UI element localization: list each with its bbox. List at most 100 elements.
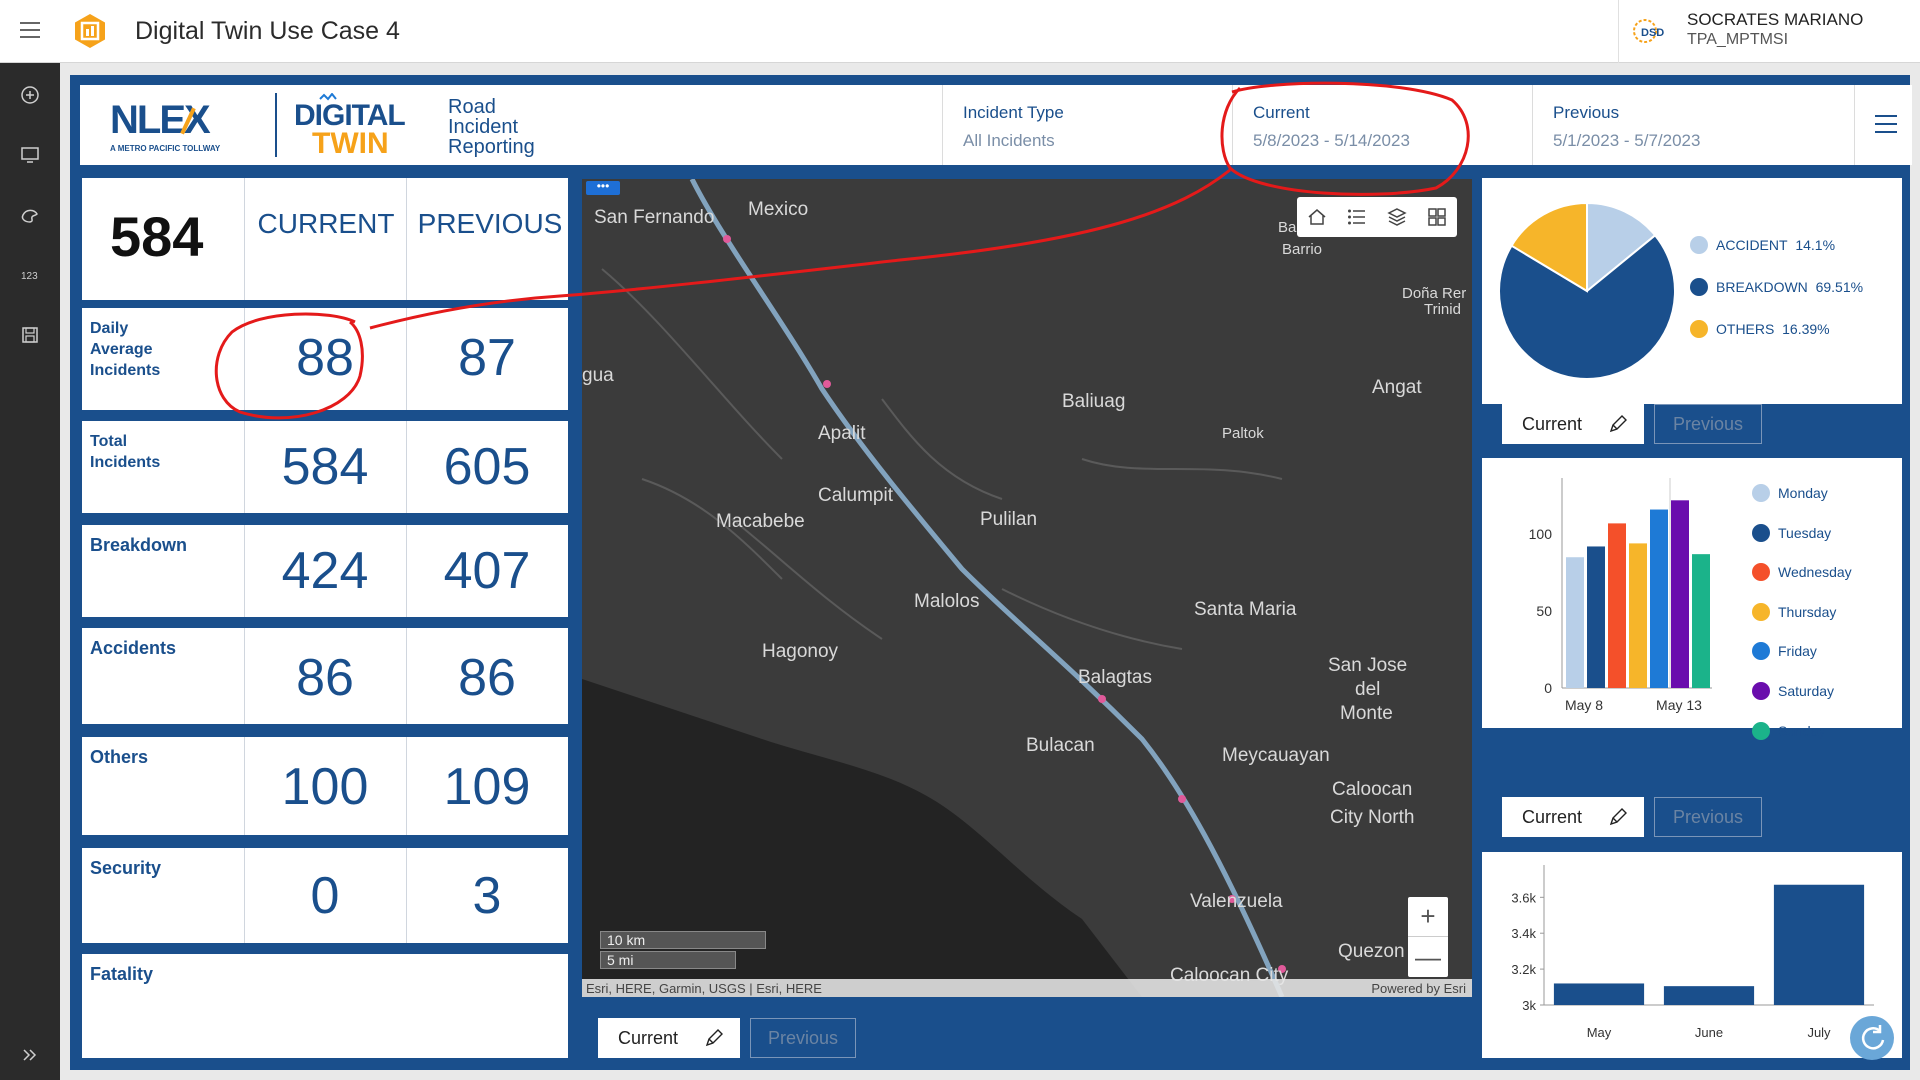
logo-subtitle-line-1: Road: [448, 96, 496, 118]
user-avatar-icon: DSD: [1633, 19, 1664, 43]
day-legend-monday: Monday: [1752, 484, 1828, 502]
map-tab-current[interactable]: Current: [598, 1018, 740, 1058]
zoom-in-button[interactable]: +: [1408, 897, 1448, 937]
map-attribution-text: Esri, HERE, Garmin, USGS | Esri, HERE: [586, 981, 822, 996]
month-bar-chart-panel: 3k 3.2k 3.4k 3.6k May June July: [1482, 852, 1902, 1058]
user-name: SOCRATES MARIANO: [1687, 10, 1864, 29]
others-previous: 109: [443, 758, 531, 816]
pie-tab-previous[interactable]: Previous: [1654, 404, 1762, 444]
digital-twin-logo: DIGITAL TWIN: [294, 93, 406, 157]
top-bar: Digital Twin Use Case 4 DSD SOCRATES MAR…: [0, 0, 1920, 63]
incident-type-value: All Incidents: [963, 131, 1055, 150]
map-tab-current-label: Current: [618, 1027, 679, 1048]
day-bar-friday: [1650, 509, 1668, 688]
logo-subtitle-line-3: Reporting: [448, 136, 535, 158]
day-y-tick: 50: [1536, 603, 1552, 619]
map-label: San Fernando: [594, 207, 715, 228]
plus-circle-icon: [21, 86, 39, 104]
map-label: Monte: [1340, 703, 1393, 724]
column-previous-header: PREVIOUS: [417, 208, 563, 239]
map-label: Calumpit: [818, 485, 893, 506]
day-bar-chart-panel: 0 50 100 May 8 May 13 Monday Tuesday Wednesd…: [1482, 458, 1902, 740]
map-label: Macabebe: [716, 511, 805, 532]
row-fatality: Fatality: [82, 954, 568, 1058]
pencil-icon: [1609, 415, 1627, 433]
day-legend-thursday: Thursday: [1752, 603, 1836, 621]
layers-icon[interactable]: [1386, 206, 1408, 228]
user-badge: DSD: [1641, 27, 1664, 39]
map-label: del: [1355, 679, 1381, 700]
row-security-label: Security: [90, 858, 162, 878]
rail-numbers-button[interactable]: 123: [0, 253, 60, 297]
map-label: Balagtas: [1078, 667, 1152, 688]
accidents-previous: 86: [458, 649, 516, 707]
map-view[interactable]: ••• San Fernando Mexico gua Apalit Baliu…: [582, 179, 1472, 997]
rail-display-button[interactable]: [0, 133, 60, 177]
day-x-tick-1: May 13: [1656, 697, 1702, 713]
nlex-logo-tag: A METRO PACIFIC TOLLWAY: [110, 144, 221, 153]
map-scale-bar: 10 km 5 mi: [600, 931, 766, 969]
map-label: Hagonoy: [762, 641, 839, 662]
month-x-tick: July: [1807, 1025, 1831, 1040]
home-icon[interactable]: [1306, 206, 1328, 228]
map-label: Doña Rer: [1402, 285, 1467, 302]
powered-by-text: Powered by Esri: [1371, 981, 1466, 996]
pie-chart-panel: ACCIDENT 14.1% BREAKDOWN 69.51% OTHERS 1…: [1482, 178, 1902, 404]
previous-date-selector[interactable]: Previous 5/1/2023 - 5/7/2023: [1532, 85, 1854, 165]
pie-tab-current[interactable]: Current: [1502, 404, 1644, 444]
day-bar-monday: [1566, 557, 1584, 688]
row-daily-average: Daily Average Incidents 88 87: [82, 308, 568, 410]
map-label: Barrio: [1282, 241, 1323, 258]
map-label: gua: [582, 365, 614, 386]
day-y-tick: 0: [1544, 680, 1552, 696]
current-date-selector[interactable]: Current 5/8/2023 - 5/14/2023: [1232, 85, 1522, 165]
current-date-label: Current: [1253, 103, 1310, 122]
refresh-button[interactable]: [1850, 1016, 1894, 1060]
breakdown-current: 424: [281, 542, 369, 600]
app-logo-icon: [75, 14, 105, 48]
rail-save-button[interactable]: [0, 313, 60, 357]
map-attribution: Esri, HERE, Garmin, USGS | Esri, HERE Po…: [582, 979, 1472, 997]
pie-tab-current-label: Current: [1522, 413, 1583, 434]
header-menu-icon[interactable]: [1854, 85, 1912, 165]
row-total-incidents: Total Incidents 584 605: [82, 421, 568, 513]
user-menu[interactable]: DSD SOCRATES MARIANO TPA_MPTMSI: [1618, 0, 1920, 63]
month-bar-june: [1663, 986, 1755, 1005]
zoom-out-button[interactable]: —: [1408, 937, 1448, 977]
rail-theme-button[interactable]: [0, 193, 60, 237]
basemap-gallery-icon[interactable]: [1426, 206, 1448, 228]
row-fatality-label: Fatality: [90, 964, 154, 984]
row-others-label: Others: [90, 747, 149, 767]
map-label: Paltok: [1222, 425, 1264, 442]
day-bar-wednesday: [1608, 523, 1626, 688]
scale-mi: 5 mi: [600, 951, 736, 969]
map-label: Malolos: [914, 591, 980, 612]
svg-text:123: 123: [21, 271, 38, 282]
security-current: 0: [310, 867, 340, 925]
row-others: Others 100 109: [82, 737, 568, 835]
month-x-tick: June: [1695, 1025, 1723, 1040]
day-tab-previous[interactable]: Previous: [1654, 797, 1762, 837]
pencil-icon: [1609, 808, 1627, 826]
stats-header-row: 584 CURRENT PREVIOUS: [82, 178, 568, 300]
legend-list-icon[interactable]: [1346, 206, 1368, 228]
rail-add-button[interactable]: [0, 73, 60, 117]
map-label: Valenzuela: [1190, 891, 1283, 912]
map-label: Quezon: [1338, 941, 1405, 962]
incident-type-selector[interactable]: Incident Type All Incidents: [942, 85, 1232, 165]
daily-average-previous: 87: [458, 329, 516, 387]
map-label: Angat: [1372, 377, 1422, 398]
map-options-button[interactable]: •••: [586, 180, 620, 195]
map-label: Caloocan: [1332, 779, 1413, 800]
logo-subtitle: Road Incident Reporting: [448, 97, 535, 157]
hamburger-menu-icon[interactable]: [20, 22, 40, 38]
map-tab-previous[interactable]: Previous: [750, 1018, 856, 1058]
map-label: Baliuag: [1062, 391, 1126, 412]
map-label: Mexico: [748, 199, 809, 220]
day-tab-current[interactable]: Current: [1502, 797, 1644, 837]
row-total-incidents-label: Total Incidents: [90, 433, 161, 471]
day-legend-saturday: Saturday: [1752, 682, 1834, 700]
total-incidents-previous: 605: [443, 438, 531, 496]
rail-expand-button[interactable]: [0, 1033, 60, 1077]
row-daily-average-label: Daily Average Incidents: [90, 320, 161, 379]
